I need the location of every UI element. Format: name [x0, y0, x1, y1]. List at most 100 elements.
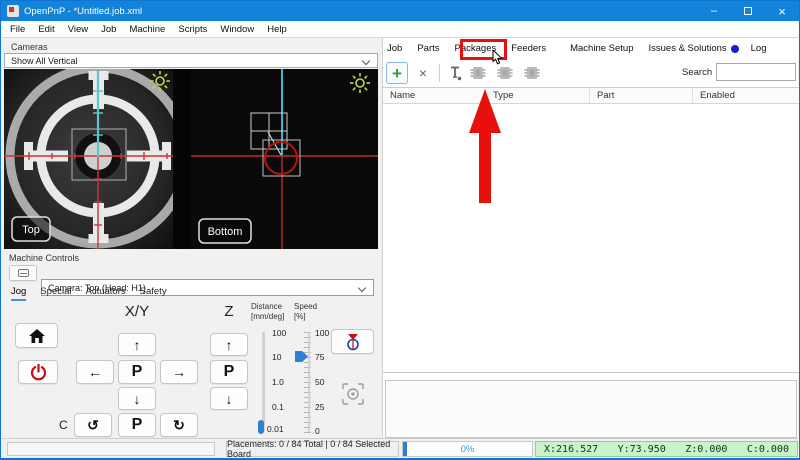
- pick-button[interactable]: [494, 62, 516, 84]
- jog-z-minus-button[interactable]: ↓: [210, 387, 248, 410]
- window-title: OpenPnP - *Untitled.job.xml: [24, 5, 143, 17]
- column-header-part[interactable]: Part: [590, 88, 693, 103]
- cameras-header: Cameras: [11, 42, 48, 52]
- machine-controls-header: Machine Controls: [9, 253, 80, 263]
- distance-tick-1: 1.0: [272, 377, 284, 387]
- park-z-button[interactable]: P: [210, 360, 248, 384]
- svg-text:Top: Top: [22, 224, 40, 236]
- progress-percent: 0%: [460, 443, 475, 455]
- minimize-button[interactable]: –: [697, 1, 731, 21]
- feeders-table-body[interactable]: [383, 104, 799, 373]
- column-header-type[interactable]: Type: [486, 88, 590, 103]
- distance-slider[interactable]: [262, 332, 265, 432]
- tab-parts[interactable]: Parts: [417, 43, 439, 54]
- app-icon: [7, 5, 19, 17]
- distance-label: Distance [mm/deg]: [251, 302, 285, 322]
- delete-feeder-button[interactable]: ×: [412, 62, 434, 84]
- feed-button[interactable]: [467, 62, 489, 84]
- jog-c-ccw-button[interactable]: ↺: [74, 413, 112, 437]
- machine-controls-tabs: Jog Special Actuators Safety: [11, 286, 181, 301]
- column-header-enabled[interactable]: Enabled: [693, 88, 799, 103]
- jog-x-minus-button[interactable]: ←: [76, 360, 114, 384]
- distance-tick-01: 0.1: [272, 402, 284, 412]
- feeder-detail-panel: [385, 380, 797, 438]
- issues-notification-dot: [730, 44, 739, 53]
- coord-z: Z:0.000: [685, 443, 728, 455]
- camera-target-icon: [342, 383, 364, 405]
- maximize-button[interactable]: [731, 1, 765, 21]
- tab-feeders[interactable]: Feeders: [511, 43, 546, 54]
- jog-y-plus-button[interactable]: ↑: [118, 333, 156, 356]
- camera-view-mode-dropdown[interactable]: Show All Vertical: [4, 53, 378, 68]
- jog-c-cw-button[interactable]: ↻: [160, 413, 198, 437]
- bottom-camera-badge: Bottom: [198, 218, 252, 244]
- tab-issues-solutions[interactable]: Issues & Solutions: [648, 43, 726, 54]
- right-panel: Job Parts Packages Feeders Machine Setup…: [382, 38, 799, 438]
- openpnp-window: OpenPnP - *Untitled.job.xml – × File Edi…: [0, 0, 800, 460]
- c-axis-label: C: [59, 418, 68, 432]
- tab-machine-setup[interactable]: Machine Setup: [570, 43, 633, 54]
- jog-x-plus-button[interactable]: →: [160, 360, 198, 384]
- machine-coordinates: X:216.527 Y:73.950 Z:0.000 C:0.000: [535, 441, 798, 457]
- feeder-chip-icon: [524, 67, 540, 79]
- menu-window[interactable]: Window: [220, 24, 254, 35]
- column-header-name[interactable]: Name: [383, 88, 486, 103]
- home-icon: [28, 328, 45, 343]
- z-axis-label: Z: [224, 303, 234, 320]
- tab-job[interactable]: Job: [387, 43, 402, 54]
- feeder-chip-icon: [497, 67, 513, 79]
- park-xy-button[interactable]: P: [118, 360, 156, 384]
- add-feeder-button[interactable]: +: [386, 62, 408, 84]
- head-icon: [17, 269, 29, 277]
- power-icon: [30, 363, 46, 380]
- home-button[interactable]: [15, 323, 58, 348]
- pick-nozzle-tool-button[interactable]: [444, 62, 466, 84]
- feed-and-pick-button[interactable]: [521, 62, 543, 84]
- coord-y: Y:73.950: [617, 443, 666, 455]
- menu-machine[interactable]: Machine: [129, 24, 165, 35]
- capture-camera-location-button[interactable]: [335, 379, 371, 409]
- camera-view-mode-value: Show All Vertical: [11, 55, 78, 66]
- speed-tick-100: 100: [315, 328, 330, 338]
- power-button[interactable]: [18, 360, 58, 384]
- svg-text:Bottom: Bottom: [208, 226, 243, 238]
- maximize-icon: [744, 7, 752, 15]
- tab-safety[interactable]: Safety: [140, 286, 167, 301]
- jog-z-plus-button[interactable]: ↑: [210, 333, 248, 356]
- speed-slider[interactable]: [308, 332, 310, 432]
- pipette-icon: [450, 66, 461, 80]
- menu-edit[interactable]: Edit: [38, 24, 54, 35]
- distance-tick-100: 100: [272, 328, 287, 338]
- menu-view[interactable]: View: [68, 24, 88, 35]
- search-input[interactable]: [716, 63, 796, 81]
- toolbar-separator: [439, 64, 440, 82]
- speed-tick-50: 50: [315, 377, 325, 387]
- head-select-button[interactable]: [9, 265, 37, 281]
- tab-log[interactable]: Log: [751, 43, 767, 54]
- feeders-table-header: Name Type Part Enabled: [383, 87, 799, 104]
- position-nozzle-button[interactable]: [331, 329, 374, 354]
- tab-actuators[interactable]: Actuators: [86, 286, 126, 301]
- top-camera-badge: Top: [11, 216, 51, 242]
- distance-tick-001: 0.01: [267, 424, 284, 434]
- xy-axis-label: X/Y: [124, 303, 150, 320]
- jog-y-minus-button[interactable]: ↓: [118, 387, 156, 410]
- camera-views: Top Bottom: [4, 69, 378, 249]
- tab-special[interactable]: Special: [40, 286, 71, 301]
- tab-jog[interactable]: Jog: [11, 286, 27, 301]
- menu-job[interactable]: Job: [101, 24, 116, 35]
- tab-packages[interactable]: Packages: [455, 43, 497, 54]
- menu-scripts[interactable]: Scripts: [178, 24, 207, 35]
- menu-file[interactable]: File: [10, 24, 25, 35]
- close-button[interactable]: ×: [765, 1, 799, 21]
- park-c-button[interactable]: P: [118, 413, 156, 437]
- distance-slider-thumb[interactable]: [258, 420, 264, 434]
- x-icon: ×: [418, 65, 428, 81]
- speed-tick-0: 0: [315, 426, 320, 436]
- bottom-camera-view[interactable]: Bottom: [191, 69, 378, 249]
- status-bar: Placements: 0 / 84 Total | 0 / 84 Select…: [2, 438, 798, 458]
- coord-c: C:0.000: [746, 443, 789, 455]
- top-camera-view[interactable]: Top: [4, 69, 191, 249]
- title-bar: OpenPnP - *Untitled.job.xml – ×: [1, 1, 799, 21]
- menu-help[interactable]: Help: [267, 24, 287, 35]
